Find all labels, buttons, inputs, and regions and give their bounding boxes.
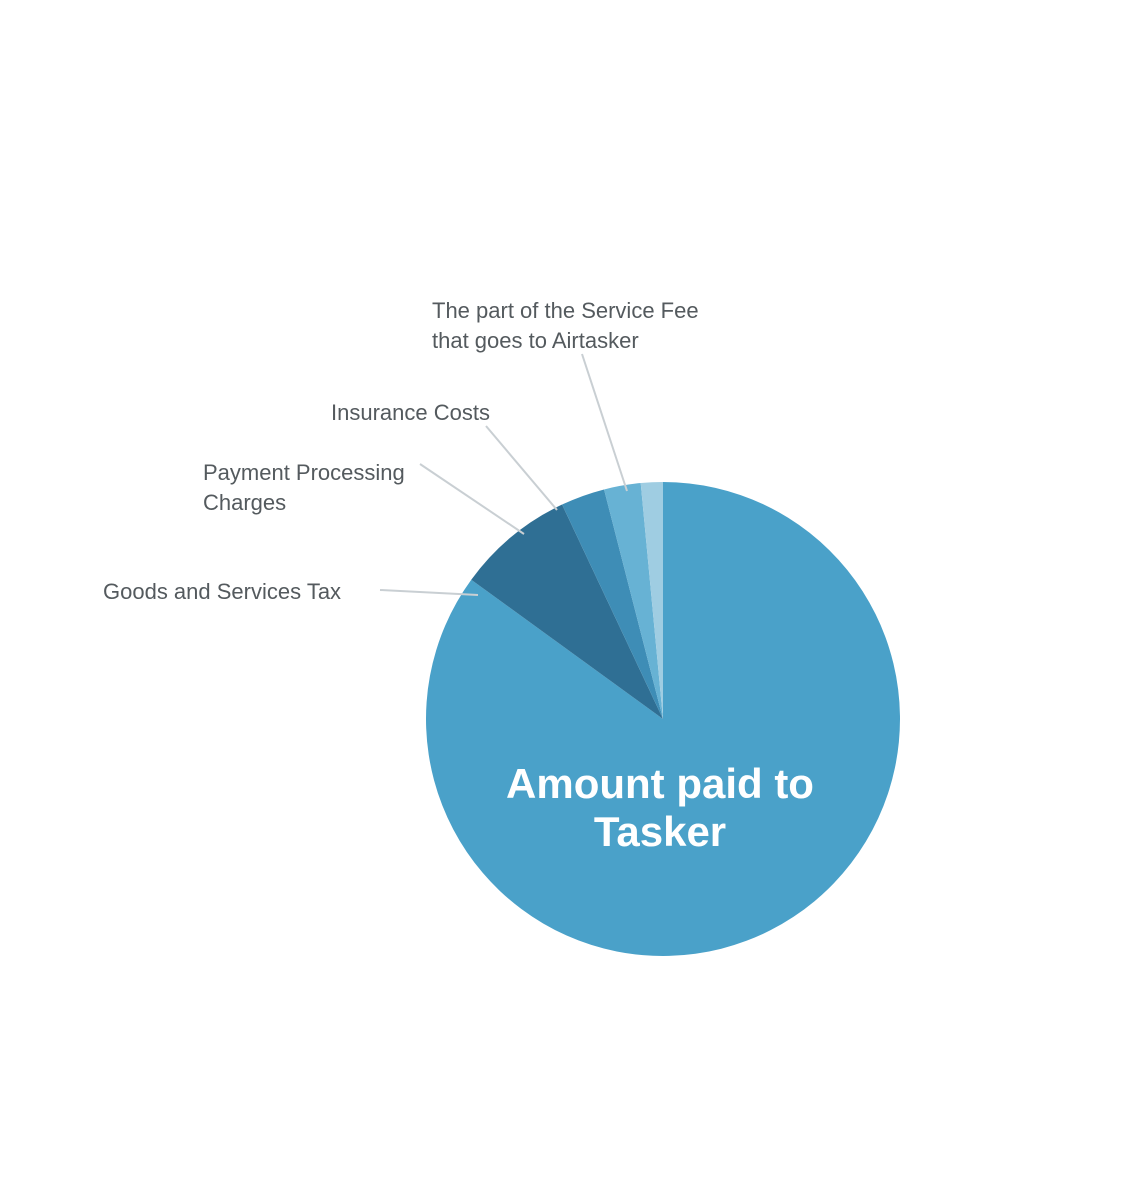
- label-insurance: Insurance Costs: [331, 398, 531, 428]
- leader-airtasker: [582, 354, 627, 491]
- label-gst: Goods and Services Tax: [103, 577, 363, 607]
- label-center: Amount paid to Tasker: [480, 760, 840, 857]
- label-airtasker: The part of the Service Fee that goes to…: [432, 296, 722, 355]
- pie-chart: [426, 482, 900, 956]
- pie-chart-container: The part of the Service Fee that goes to…: [0, 0, 1148, 1192]
- label-payment: Payment Processing Charges: [203, 458, 423, 517]
